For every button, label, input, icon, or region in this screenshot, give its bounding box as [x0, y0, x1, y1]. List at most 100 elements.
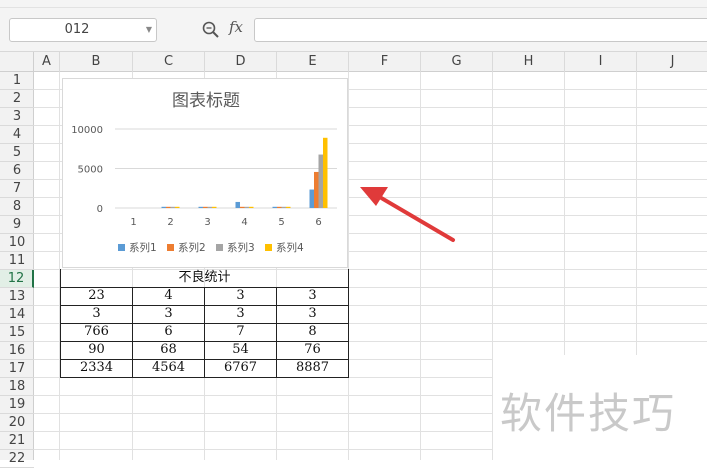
select-all-corner[interactable]	[0, 52, 34, 72]
chart-bar	[318, 154, 323, 208]
row-header-9[interactable]: 9	[0, 216, 34, 234]
table-cell[interactable]: 6767	[204, 358, 277, 378]
chart-bar	[240, 206, 245, 208]
table-cell[interactable]: 7	[204, 322, 277, 342]
table-cell[interactable]: 68	[132, 340, 205, 360]
row-header-20[interactable]: 20	[0, 414, 34, 432]
chart-bar	[166, 206, 171, 208]
name-box[interactable]: 012 ▼	[9, 18, 157, 42]
chart-bar	[198, 206, 203, 208]
table-cell[interactable]: 2334	[60, 358, 133, 378]
row-header: 1 2 3 4 5 6 7 8 9 10 11 12 13 14 15 16 17 18 19 20 21 22	[0, 72, 34, 468]
chart-bar	[281, 206, 286, 208]
row-header-2[interactable]: 2	[0, 90, 34, 108]
table-cell[interactable]: 3	[132, 304, 205, 324]
row-header-19[interactable]: 19	[0, 396, 34, 414]
table-cell[interactable]: 4564	[132, 358, 205, 378]
chart-bar	[235, 201, 240, 208]
table-cell[interactable]: 3	[60, 304, 133, 324]
fx-icon[interactable]: fx	[229, 18, 243, 36]
column-header-f[interactable]: F	[349, 52, 421, 72]
chart-bar	[161, 206, 166, 208]
column-header-c[interactable]: C	[133, 52, 205, 72]
table-row: 766 6 7 8	[60, 322, 349, 342]
bar-chart[interactable]: 图表标题 0 5000 10000 1 2 3 4 5 6 系列1 系列2 系列3 系列4	[62, 78, 348, 268]
table-cell[interactable]: 8	[276, 322, 349, 342]
table-cell[interactable]: 90	[60, 340, 133, 360]
table-cell[interactable]: 3	[204, 304, 277, 324]
legend-swatch	[118, 244, 125, 251]
x-tick-label: 1	[130, 217, 136, 228]
chart-bar	[175, 206, 180, 208]
column-header-i[interactable]: I	[565, 52, 637, 72]
row-header-5[interactable]: 5	[0, 144, 34, 162]
ribbon-edge	[0, 0, 707, 8]
row-header-4[interactable]: 4	[0, 126, 34, 144]
table-cell[interactable]: 3	[204, 286, 277, 306]
row-header-18[interactable]: 18	[0, 378, 34, 396]
name-box-value: 012	[64, 22, 90, 37]
table-cell[interactable]: 54	[204, 340, 277, 360]
row-header-6[interactable]: 6	[0, 162, 34, 180]
grid-vline	[59, 72, 60, 460]
x-tick-label: 3	[204, 217, 210, 228]
grid-vline	[420, 72, 421, 460]
table-cell[interactable]: 8887	[276, 358, 349, 378]
chart-bar	[170, 206, 175, 208]
stat-table: 不良统计 23 4 3 3 3 3 3 3 766 6 7 8 90 68 54 76 2334 4564 6767…	[60, 269, 349, 378]
column-header: ABCDEFGHIJ	[0, 52, 707, 72]
chart-bar	[277, 206, 282, 208]
row-header-1[interactable]: 1	[0, 72, 34, 90]
table-cell[interactable]: 3	[276, 286, 349, 306]
column-header-j[interactable]: J	[637, 52, 707, 72]
chart-bar	[286, 206, 291, 208]
chart-bar	[203, 206, 208, 208]
row-header-11[interactable]: 11	[0, 252, 34, 270]
table-row: 3333	[60, 304, 349, 324]
column-header-e[interactable]: E	[277, 52, 349, 72]
chart-bar	[323, 137, 328, 208]
legend-label: 系列3	[227, 241, 255, 254]
row-header-8[interactable]: 8	[0, 198, 34, 216]
y-tick-label: 5000	[78, 165, 103, 176]
table-cell[interactable]: 4	[132, 286, 205, 306]
chart-bar	[249, 206, 254, 208]
row-header-15[interactable]: 15	[0, 324, 34, 342]
legend-swatch	[167, 244, 174, 251]
row-header-12[interactable]: 12	[0, 270, 34, 288]
column-header-d[interactable]: D	[205, 52, 277, 72]
y-tick-label: 0	[97, 204, 103, 215]
table-cell[interactable]: 3	[276, 304, 349, 324]
zoom-icon[interactable]	[201, 20, 221, 40]
row-header-17[interactable]: 17	[0, 360, 34, 378]
table-row: 2334 4564 6767 8887	[60, 358, 349, 378]
table-cell[interactable]: 76	[276, 340, 349, 360]
column-header-h[interactable]: H	[493, 52, 565, 72]
row-header-7[interactable]: 7	[0, 180, 34, 198]
row-header-22[interactable]: 22	[0, 450, 34, 468]
column-header-a[interactable]: A	[34, 52, 60, 72]
table-cell[interactable]: 23	[60, 286, 133, 306]
table-cell[interactable]: 6	[132, 322, 205, 342]
column-header-g[interactable]: G	[421, 52, 493, 72]
row-header-14[interactable]: 14	[0, 306, 34, 324]
chart-bar	[212, 206, 217, 208]
chart-title: 图表标题	[172, 91, 240, 111]
watermark-text: 软件技巧	[500, 389, 677, 438]
formula-input[interactable]	[254, 18, 707, 42]
row-header-3[interactable]: 3	[0, 108, 34, 126]
column-header-b[interactable]: B	[60, 52, 133, 72]
table-cell[interactable]: 766	[60, 322, 133, 342]
x-tick-label: 6	[315, 217, 321, 228]
row-header-16[interactable]: 16	[0, 342, 34, 360]
row-header-13[interactable]: 13	[0, 288, 34, 306]
legend-swatch	[216, 244, 223, 251]
table-title[interactable]: 不良统计	[60, 269, 349, 288]
chart-bar	[309, 189, 314, 208]
chevron-down-icon[interactable]: ▼	[146, 19, 152, 41]
table-row: 23 4 3 3	[60, 286, 349, 306]
row-header-21[interactable]: 21	[0, 432, 34, 450]
row-header-10[interactable]: 10	[0, 234, 34, 252]
y-tick-label: 10000	[71, 125, 103, 136]
legend-label: 系列2	[178, 241, 206, 254]
